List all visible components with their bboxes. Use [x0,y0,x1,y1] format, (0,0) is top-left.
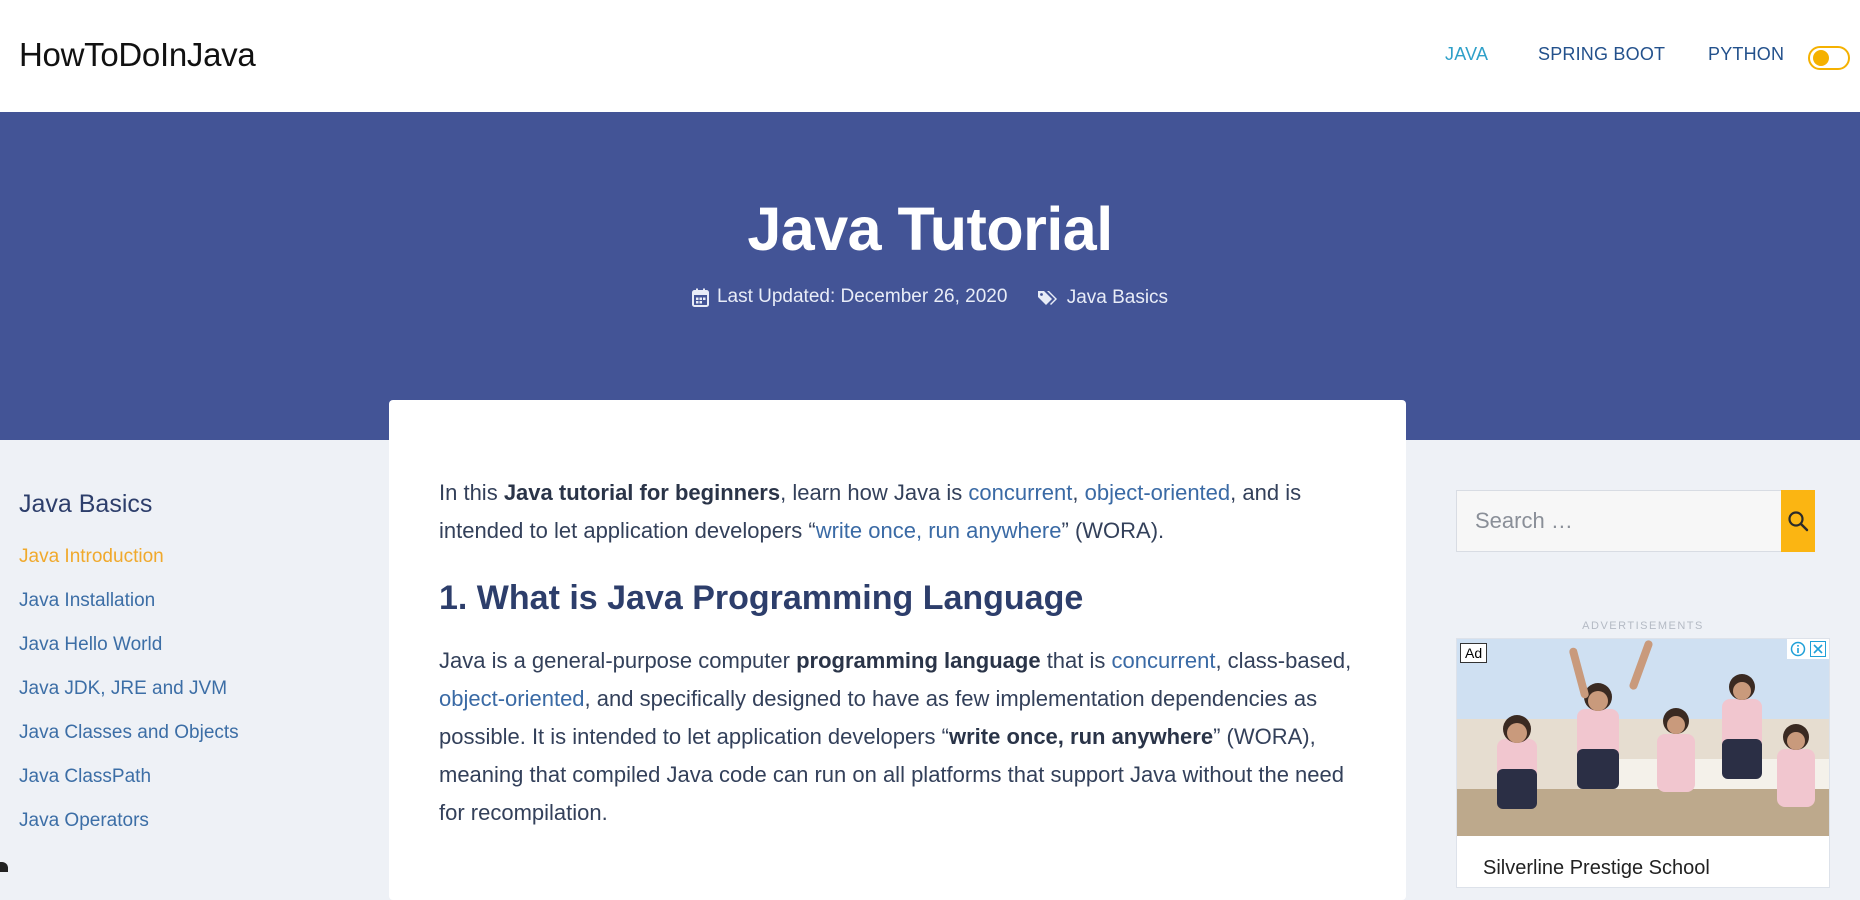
corner-widget[interactable] [0,862,8,872]
sidebar-item-java-jdk-jre-jvm[interactable]: Java JDK, JRE and JVM [19,677,349,721]
sidebar-title: Java Basics [19,490,153,518]
link-wora[interactable]: write once, run anywhere [816,518,1062,543]
sidebar-item-java-operators[interactable]: Java Operators [19,809,349,853]
intro-paragraph: In this Java tutorial for beginners, lea… [439,480,1302,543]
sidebar-item-java-classes-objects[interactable]: Java Classes and Objects [19,721,349,765]
nav-python[interactable]: PYTHON [1708,44,1784,65]
body-paragraph: Java is a general-purpose computer progr… [439,648,1352,825]
search-input[interactable] [1456,490,1781,552]
post-meta: Last Updated: December 26, 2020 Java Bas… [0,286,1860,313]
search-icon [1788,511,1809,532]
hero-banner: Java Tutorial Last Updated: December 26,… [0,112,1860,440]
advertisement[interactable]: Ad Silverline Prestige School [1456,638,1830,888]
search-form [1456,490,1815,552]
ad-caption[interactable]: Silverline Prestige School [1483,857,1710,880]
main-nav: JAVA SPRING BOOT PYTHON [0,44,1860,74]
ad-photo [1457,639,1829,836]
theme-toggle[interactable] [1808,46,1850,70]
site-header: HowToDoInJava JAVA SPRING BOOT PYTHON [0,0,1860,112]
tags-icon [1037,290,1057,305]
left-sidebar: Java Basics Java Introduction Java Insta… [19,490,349,853]
link-object-oriented-2[interactable]: object-oriented [439,686,585,711]
toggle-knob [1813,50,1829,66]
ad-controls [1787,639,1829,659]
close-icon[interactable] [1810,641,1826,657]
ad-image[interactable]: Ad [1457,639,1829,836]
link-concurrent[interactable]: concurrent [968,480,1072,505]
article-content: In this Java tutorial for beginners, lea… [439,474,1369,832]
sidebar-item-java-introduction[interactable]: Java Introduction [19,545,349,589]
last-updated: Last Updated: December 26, 2020 [716,286,1008,307]
nav-java[interactable]: JAVA [1445,44,1488,65]
ads-label: ADVERTISEMENTS [1582,620,1704,632]
link-concurrent-2[interactable]: concurrent [1112,648,1216,673]
sidebar-item-java-hello-world[interactable]: Java Hello World [19,633,349,677]
category-link[interactable]: Java Basics [1067,287,1168,309]
sidebar-item-java-installation[interactable]: Java Installation [19,589,349,633]
ad-badge: Ad [1460,643,1488,663]
info-icon[interactable] [1790,641,1806,657]
page-title: Java Tutorial [747,195,1113,263]
sidebar-item-java-classpath[interactable]: Java ClassPath [19,765,349,809]
calendar-icon [691,288,709,307]
search-button[interactable] [1781,490,1815,552]
link-object-oriented[interactable]: object-oriented [1085,480,1231,505]
nav-spring-boot[interactable]: SPRING BOOT [1538,44,1665,65]
section-heading: 1. What is Java Programming Language [439,579,1084,617]
article-card: In this Java tutorial for beginners, lea… [389,400,1406,900]
